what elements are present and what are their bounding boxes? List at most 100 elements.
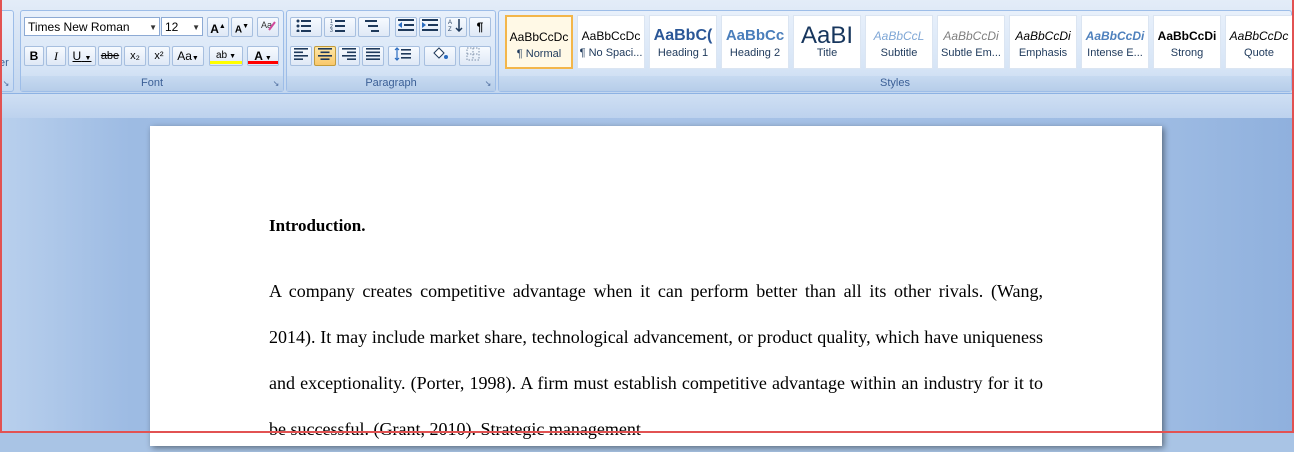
font-color-button[interactable]: A ▼ <box>247 46 279 66</box>
decrease-indent-icon <box>398 19 414 31</box>
bullets-button[interactable] <box>290 17 322 37</box>
underline-label: U <box>72 49 82 63</box>
chevron-down-icon[interactable]: ▼ <box>149 18 157 37</box>
style-sample: AaBbCcDi <box>1015 29 1071 43</box>
style-name: Title <box>816 47 838 59</box>
style-heading-2[interactable]: AaBbCc Heading 2 <box>721 15 789 69</box>
font-color-bar <box>248 61 278 64</box>
style-strong[interactable]: AaBbCcDi Strong <box>1153 15 1221 69</box>
underline-button[interactable]: U ▼ <box>68 46 96 66</box>
paragraph-group-label: Paragraph <box>287 76 495 91</box>
borders-button[interactable] <box>459 46 491 66</box>
style-subtle-emphasis[interactable]: AaBbCcDi Subtle Em... <box>937 15 1005 69</box>
style-name: Quote <box>1244 47 1274 59</box>
document-page[interactable]: Introduction. A company creates competit… <box>150 126 1162 446</box>
align-right-icon <box>342 48 356 60</box>
increase-indent-icon <box>422 19 438 31</box>
chevron-down-icon[interactable]: ▼ <box>192 18 200 37</box>
align-center-button[interactable] <box>314 46 336 66</box>
svg-text:Z: Z <box>448 27 452 32</box>
numbering-icon: 1 2 3 <box>330 19 345 34</box>
style-intense-emphasis[interactable]: AaBbCcDi Intense E... <box>1081 15 1149 69</box>
superscript-button[interactable]: x² <box>148 46 170 66</box>
clipboard-group: er ↘ <box>0 10 14 92</box>
document-heading[interactable]: Introduction. <box>269 216 366 236</box>
style-sample: AaBbCcDc <box>581 29 641 43</box>
font-name-select[interactable]: Times New Roman ▼ <box>24 17 160 36</box>
style-emphasis[interactable]: AaBbCcDi Emphasis <box>1009 15 1077 69</box>
subscript-button[interactable]: x₂ <box>124 46 146 66</box>
change-case-button[interactable]: Aa▼ <box>172 46 204 66</box>
clear-formatting-button[interactable]: Aa <box>257 17 279 37</box>
style-name: ¶ Normal <box>516 48 562 60</box>
style-sample: AaBbCcDi <box>943 29 999 43</box>
align-right-button[interactable] <box>338 46 360 66</box>
superscript-label: x² <box>154 50 164 62</box>
highlight-button[interactable]: ab ▼ <box>209 46 243 66</box>
style-name: Intense E... <box>1087 47 1143 59</box>
style-name: Heading 2 <box>729 47 781 59</box>
style-sample: AaBbCcDi <box>1157 29 1217 43</box>
styles-group-label: Styles <box>499 76 1291 91</box>
style-subtitle[interactable]: AaBbCcL Subtitle <box>865 15 933 69</box>
style-no-spacing[interactable]: AaBbCcDc ¶ No Spaci... <box>577 15 645 69</box>
paragraph-dialog-launcher-icon[interactable]: ↘ <box>483 79 493 89</box>
line-spacing-icon <box>394 47 411 61</box>
svg-text:3: 3 <box>330 28 333 32</box>
font-size-value: 12 <box>165 20 179 34</box>
shading-button[interactable] <box>424 46 456 66</box>
multilevel-list-button[interactable] <box>358 17 390 37</box>
ribbon: er ↘ Times New Roman ▼ 12 ▼ A▲ A▼ Aa B I <box>0 0 1294 94</box>
style-name: Emphasis <box>1018 47 1068 59</box>
increase-indent-button[interactable] <box>419 17 441 37</box>
style-sample: AaBI <box>800 25 854 47</box>
window-border-left <box>0 0 2 433</box>
italic-button[interactable]: I <box>46 46 66 66</box>
sort-button[interactable]: AZ <box>445 17 467 37</box>
style-sample: AaBbC( <box>653 27 713 44</box>
style-name: Subtle Em... <box>941 47 1001 59</box>
justify-button[interactable] <box>362 46 384 66</box>
bold-label: B <box>29 49 39 63</box>
numbering-button[interactable]: 1 2 3 <box>324 17 356 37</box>
style-sample: AaBbCcDc <box>509 30 569 44</box>
sort-icon: AZ <box>448 19 463 33</box>
document-body-paragraph[interactable]: A company creates competitive advantage … <box>269 268 1043 452</box>
strikethrough-label: abe <box>100 50 120 62</box>
shrink-font-button[interactable]: A▼ <box>231 17 253 37</box>
grow-font-label: A <box>210 22 219 36</box>
grow-font-button[interactable]: A▲ <box>207 17 229 37</box>
line-spacing-button[interactable] <box>388 46 420 66</box>
style-sample: AaBbCcDi <box>1085 29 1145 43</box>
paragraph-group: 1 2 3 AZ ¶ Paragraph ↘ <box>286 10 496 92</box>
pilcrow-icon: ¶ <box>476 20 484 34</box>
italic-label: I <box>54 49 58 63</box>
ruler-strip <box>0 94 1294 118</box>
font-size-select[interactable]: 12 ▼ <box>161 17 203 36</box>
align-left-button[interactable] <box>290 46 312 66</box>
justify-icon <box>366 48 380 60</box>
font-dialog-launcher-icon[interactable]: ↘ <box>271 79 281 89</box>
font-group: Times New Roman ▼ 12 ▼ A▲ A▼ Aa B I U ▼ <box>20 10 284 92</box>
style-sample: AaBbCc <box>725 27 785 44</box>
strikethrough-button[interactable]: abe <box>98 46 122 66</box>
style-normal[interactable]: AaBbCcDc ¶ Normal <box>505 15 573 69</box>
style-sample: AaBbCcDc <box>1229 29 1289 43</box>
show-marks-button[interactable]: ¶ <box>469 17 491 37</box>
highlight-label: ab <box>216 50 228 61</box>
decrease-indent-button[interactable] <box>395 17 417 37</box>
font-name-value: Times New Roman <box>28 20 130 34</box>
style-title[interactable]: AaBI Title <box>793 15 861 69</box>
highlight-color-bar <box>210 61 242 64</box>
align-left-icon <box>294 48 308 60</box>
svg-text:A: A <box>448 20 452 26</box>
styles-group: AaBbCcDc ¶ Normal AaBbCcDc ¶ No Spaci...… <box>498 10 1293 92</box>
change-case-label: Aa <box>177 49 192 63</box>
style-heading-1[interactable]: AaBbC( Heading 1 <box>649 15 717 69</box>
multilevel-list-icon <box>365 20 379 32</box>
style-quote[interactable]: AaBbCcDc Quote <box>1225 15 1293 69</box>
subscript-label: x₂ <box>130 50 140 62</box>
borders-icon <box>466 47 480 61</box>
clipboard-launcher-icon[interactable]: ↘ <box>1 79 11 89</box>
bold-button[interactable]: B <box>24 46 44 66</box>
